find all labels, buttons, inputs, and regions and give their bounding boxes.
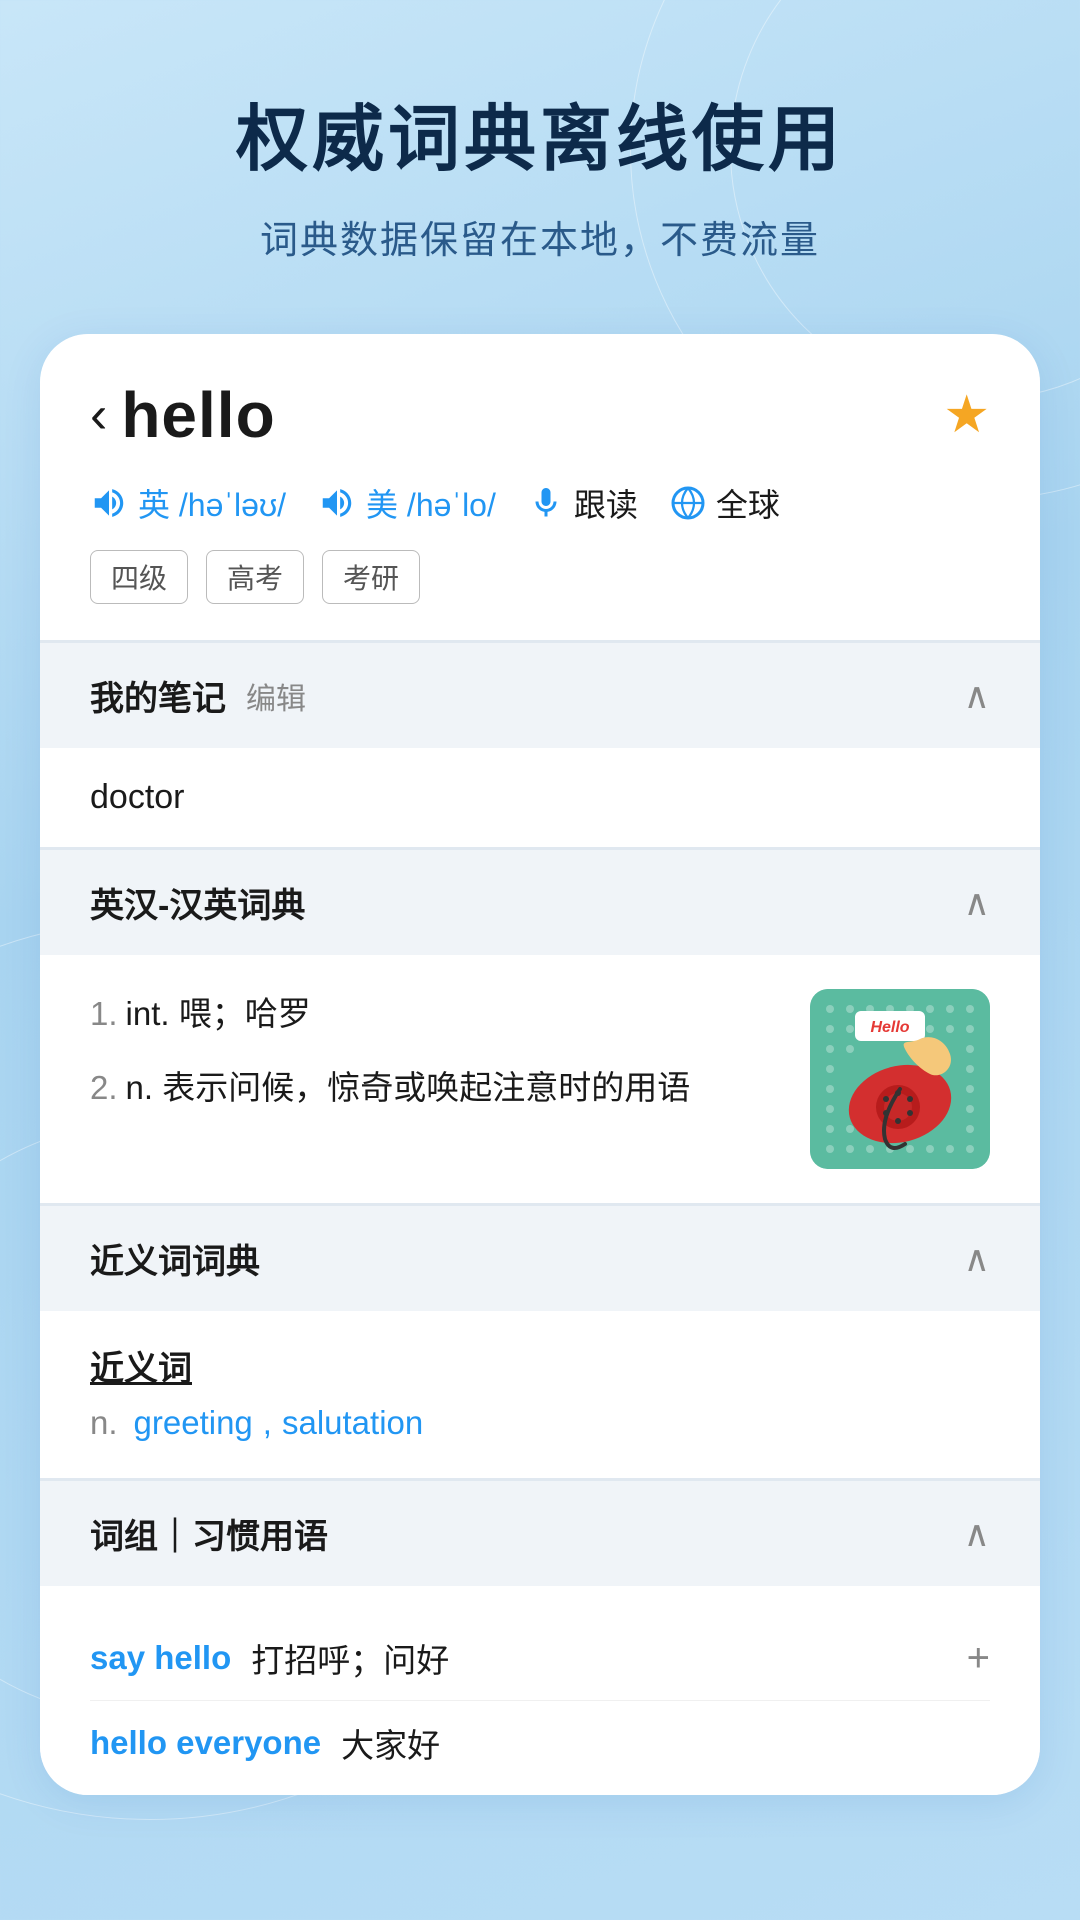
synonyms-content: 近义词 n. greeting , salutation xyxy=(40,1311,1040,1478)
phrases-section-header: 词组｜习惯用语 ∧ xyxy=(40,1480,1040,1586)
synonyms-section-left: 近义词词典 xyxy=(90,1234,260,1283)
notes-chevron-icon[interactable]: ∧ xyxy=(964,675,990,717)
synonyms-section-title: 近义词词典 xyxy=(90,1234,260,1283)
global-label: 全球 xyxy=(716,480,780,526)
notes-section-header: 我的笔记 编辑 ∧ xyxy=(40,642,1040,748)
phrase-row-2: hello everyone 大家好 xyxy=(90,1701,990,1785)
speaker-us-icon xyxy=(318,484,356,522)
notes-edit-button[interactable]: 编辑 xyxy=(246,674,306,718)
synonym-comma: , xyxy=(263,1404,272,1442)
phrases-section-left: 词组｜习惯用语 xyxy=(90,1509,328,1558)
notes-content: doctor xyxy=(40,748,1040,847)
notes-section-left: 我的笔记 编辑 xyxy=(90,671,306,720)
entry-text-1: int. 喂；哈罗 xyxy=(126,989,311,1039)
dict-image: Hello xyxy=(810,989,990,1169)
follow-read-label: 跟读 xyxy=(574,480,638,526)
phrase-add-1[interactable]: + xyxy=(967,1636,990,1681)
synonyms-chevron-icon[interactable]: ∧ xyxy=(964,1238,990,1280)
entry-num-1: 1. xyxy=(90,989,118,1039)
synonyms-label: 近义词 xyxy=(90,1341,990,1390)
dict-section-title: 英汉-汉英词典 xyxy=(90,878,305,927)
hero-section: 权威词典离线使用 词典数据保留在本地，不费流量 xyxy=(0,0,1080,304)
dictionary-card: ‹ hello ★ 英 /həˈləʊ/ xyxy=(40,334,1040,1795)
phrase-zh-1: 打招呼；问好 xyxy=(251,1634,449,1682)
dict-content: 1. int. 喂；哈罗 2. n. 表示问候，惊奇或唤起注意时的用语 xyxy=(40,955,1040,1203)
word-title-row: ‹ hello ★ xyxy=(90,378,990,452)
synonyms-pos: n. xyxy=(90,1404,118,1442)
dict-section-header: 英汉-汉英词典 ∧ xyxy=(40,849,1040,955)
entries-text: 1. int. 喂；哈罗 2. n. 表示问候，惊奇或唤起注意时的用语 xyxy=(90,989,790,1136)
speaker-uk-icon xyxy=(90,484,128,522)
word-tags: 四级 高考 考研 xyxy=(90,550,990,604)
british-phonetic[interactable]: 英 /həˈləʊ/ xyxy=(90,480,286,526)
back-button[interactable]: ‹ xyxy=(90,389,107,441)
notes-text: doctor xyxy=(90,778,185,816)
us-phonetic-label: 美 /həˈlo/ xyxy=(366,480,496,526)
phrases-content: say hello 打招呼；问好 + hello everyone 大家好 xyxy=(40,1586,1040,1795)
follow-read-action[interactable]: 跟读 xyxy=(528,480,638,526)
mic-icon xyxy=(528,485,564,521)
synonyms-row: n. greeting , salutation xyxy=(90,1404,990,1442)
dict-entry-2: 2. n. 表示问候，惊奇或唤起注意时的用语 xyxy=(90,1063,790,1113)
tag-cet4: 四级 xyxy=(90,550,188,604)
hero-subtitle: 词典数据保留在本地，不费流量 xyxy=(60,209,1020,264)
phrase-row-1: say hello 打招呼；问好 + xyxy=(90,1616,990,1701)
word-display: hello xyxy=(121,378,275,452)
entry-text-2: n. 表示问候，惊奇或唤起注意时的用语 xyxy=(126,1063,691,1113)
phrase-left-2: hello everyone 大家好 xyxy=(90,1719,440,1767)
entry-num-2: 2. xyxy=(90,1063,118,1113)
svg-text:Hello: Hello xyxy=(870,1019,909,1036)
synonym-greeting[interactable]: greeting xyxy=(134,1404,253,1442)
american-phonetic[interactable]: 美 /həˈlo/ xyxy=(318,480,496,526)
word-header: ‹ hello ★ 英 /həˈləʊ/ xyxy=(40,334,1040,640)
phrase-en-2[interactable]: hello everyone xyxy=(90,1724,321,1762)
uk-phonetic-label: 英 /həˈləʊ/ xyxy=(138,480,286,526)
word-left: ‹ hello xyxy=(90,378,276,452)
hero-title: 权威词典离线使用 xyxy=(60,80,1020,185)
dict-section-left: 英汉-汉英词典 xyxy=(90,878,305,927)
phrase-zh-2: 大家好 xyxy=(341,1719,440,1767)
phrase-en-1[interactable]: say hello xyxy=(90,1639,231,1677)
phrase-left-1: say hello 打招呼；问好 xyxy=(90,1634,449,1682)
dict-chevron-icon[interactable]: ∧ xyxy=(964,882,990,924)
global-action[interactable]: 全球 xyxy=(670,480,780,526)
tag-gaokao: 高考 xyxy=(206,550,304,604)
globe-icon xyxy=(670,485,706,521)
synonym-salutation[interactable]: salutation xyxy=(282,1404,423,1442)
tag-postgrad: 考研 xyxy=(322,550,420,604)
phrases-section-title: 词组｜习惯用语 xyxy=(90,1509,328,1558)
notes-section-title: 我的笔记 xyxy=(90,671,226,720)
dict-entry-1: 1. int. 喂；哈罗 xyxy=(90,989,790,1039)
phrases-chevron-icon[interactable]: ∧ xyxy=(964,1513,990,1555)
phonetic-row: 英 /həˈləʊ/ 美 /həˈlo/ 跟读 xyxy=(90,480,990,526)
favorite-star-icon[interactable]: ★ xyxy=(943,385,990,445)
synonyms-section-header: 近义词词典 ∧ xyxy=(40,1205,1040,1311)
dict-entries: 1. int. 喂；哈罗 2. n. 表示问候，惊奇或唤起注意时的用语 xyxy=(90,989,990,1169)
